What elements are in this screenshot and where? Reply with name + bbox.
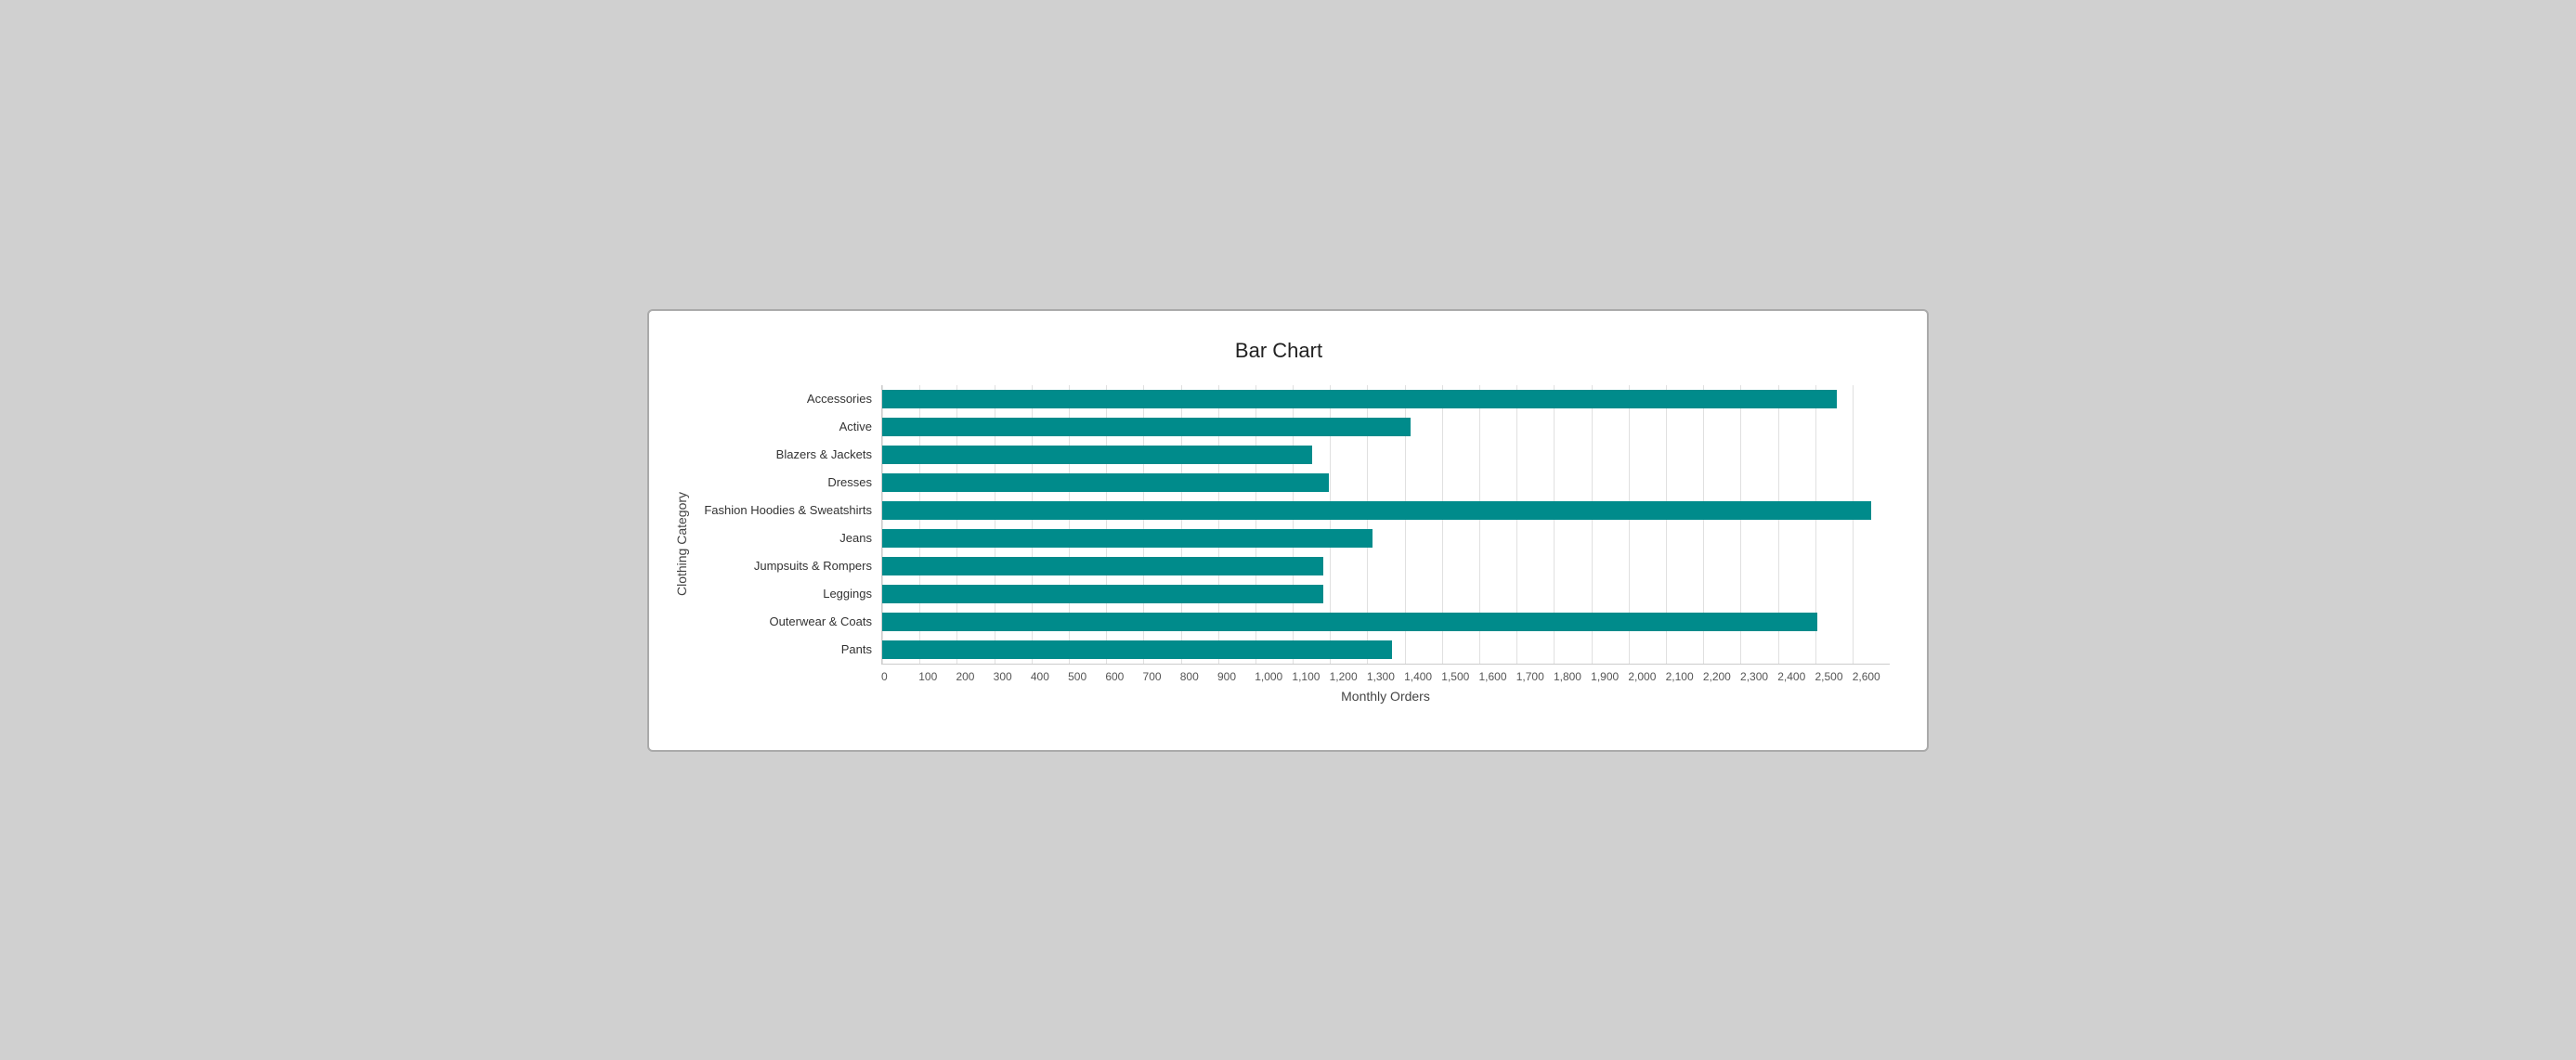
x-tick: 100: [918, 670, 956, 683]
x-tick: 2,100: [1666, 670, 1703, 683]
category-label: Dresses: [696, 469, 881, 497]
x-tick: 2,300: [1740, 670, 1777, 683]
bar: [882, 529, 1373, 548]
x-tick: 1,400: [1404, 670, 1441, 683]
bar-row: [882, 441, 1890, 469]
x-tick: 1,900: [1591, 670, 1628, 683]
bar: [882, 390, 1837, 408]
bar: [882, 613, 1817, 631]
x-tick: 1,500: [1441, 670, 1478, 683]
chart-container: Bar Chart Clothing Category AccessoriesA…: [647, 309, 1929, 752]
y-axis-label-container: Clothing Category: [668, 385, 696, 704]
x-tick: 700: [1143, 670, 1180, 683]
category-label: Outerwear & Coats: [696, 608, 881, 636]
category-labels: AccessoriesActiveBlazers & JacketsDresse…: [696, 385, 881, 664]
x-tick: 500: [1068, 670, 1105, 683]
x-tick: 800: [1180, 670, 1217, 683]
x-tick: 2,000: [1628, 670, 1665, 683]
chart-title: Bar Chart: [668, 339, 1890, 363]
bar-row: [882, 580, 1890, 608]
bar: [882, 640, 1392, 659]
category-label: Pants: [696, 636, 881, 664]
category-label: Jeans: [696, 524, 881, 552]
x-axis: 01002003004005006007008009001,0001,1001,…: [881, 664, 1890, 683]
x-tick: 0: [881, 670, 918, 683]
bar: [882, 418, 1411, 436]
bar-row: [882, 524, 1890, 552]
x-tick: 1,600: [1479, 670, 1516, 683]
x-tick: 1,100: [1292, 670, 1329, 683]
x-tick: 1,300: [1367, 670, 1404, 683]
bar: [882, 446, 1312, 464]
bars-and-grid: AccessoriesActiveBlazers & JacketsDresse…: [696, 385, 1890, 664]
category-label: Jumpsuits & Rompers: [696, 552, 881, 580]
x-tick: 600: [1105, 670, 1142, 683]
chart-area: Clothing Category AccessoriesActiveBlaze…: [668, 385, 1890, 704]
bar: [882, 557, 1323, 575]
bar-row: [882, 608, 1890, 636]
y-axis-label: Clothing Category: [674, 492, 689, 596]
x-tick: 1,700: [1516, 670, 1554, 683]
bars-rows: [882, 385, 1890, 664]
category-label: Active: [696, 413, 881, 441]
category-label: Fashion Hoodies & Sweatshirts: [696, 497, 881, 524]
x-tick: 1,000: [1255, 670, 1292, 683]
x-tick: 1,200: [1330, 670, 1367, 683]
x-tick: 400: [1031, 670, 1068, 683]
bar-row: [882, 385, 1890, 413]
chart-inner: AccessoriesActiveBlazers & JacketsDresse…: [696, 385, 1890, 704]
x-tick: 1,800: [1554, 670, 1591, 683]
bar-row: [882, 469, 1890, 497]
bar-row: [882, 636, 1890, 664]
bar-row: [882, 552, 1890, 580]
bar-row: [882, 413, 1890, 441]
category-label: Blazers & Jackets: [696, 441, 881, 469]
bar: [882, 585, 1323, 603]
x-tick: 200: [956, 670, 993, 683]
x-tick: 2,200: [1703, 670, 1740, 683]
bar: [882, 501, 1871, 520]
category-label: Leggings: [696, 580, 881, 608]
x-tick: 2,500: [1815, 670, 1852, 683]
x-tick: 300: [994, 670, 1031, 683]
x-tick: 2,600: [1853, 670, 1890, 683]
x-axis-label: Monthly Orders: [881, 689, 1890, 704]
x-tick: 900: [1217, 670, 1255, 683]
bars-grid-area: [881, 385, 1890, 664]
x-tick: 2,400: [1777, 670, 1815, 683]
bar-row: [882, 497, 1890, 524]
category-label: Accessories: [696, 385, 881, 413]
bar: [882, 473, 1329, 492]
